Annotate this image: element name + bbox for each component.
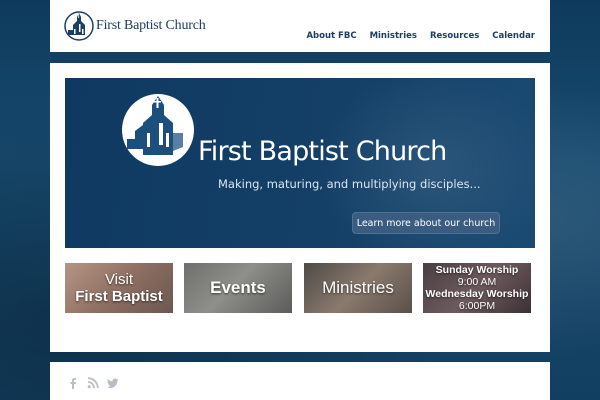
facebook-icon[interactable]: [67, 377, 79, 389]
hero-tagline: Making, maturing, and multiplying discip…: [218, 177, 481, 191]
worship-times-tile[interactable]: Sunday Worship 9:00 AM Wednesday Worship…: [423, 263, 531, 313]
main-content: First Baptist Church Making, maturing, a…: [50, 63, 550, 352]
events-tile[interactable]: Events: [184, 263, 292, 313]
twitter-icon[interactable]: [107, 377, 119, 389]
main-nav: About FBC Ministries Resources Calendar: [306, 31, 535, 41]
church-logo-icon: [64, 11, 94, 41]
events-tile-label: Events: [210, 278, 266, 297]
visit-tile-line1: Visit: [104, 271, 134, 288]
nav-calendar[interactable]: Calendar: [492, 31, 535, 41]
sunday-worship-label: Sunday Worship: [435, 264, 519, 276]
ministries-tile[interactable]: Ministries: [304, 263, 412, 313]
site-footer: [50, 362, 550, 400]
hero-title: First Baptist Church: [198, 136, 447, 167]
rss-icon[interactable]: [87, 377, 99, 389]
ministries-tile-label: Ministries: [322, 278, 394, 297]
logo-text: First Baptist Church: [96, 18, 206, 33]
feature-tiles: Visit First Baptist Events Ministries Su…: [65, 263, 535, 313]
nav-resources[interactable]: Resources: [430, 31, 479, 41]
learn-more-button[interactable]: Learn more about our church: [352, 212, 500, 234]
site-logo[interactable]: First Baptist Church: [64, 11, 206, 41]
hero-banner: First Baptist Church Making, maturing, a…: [65, 78, 535, 248]
church-logo-icon: [122, 94, 194, 166]
social-links: [67, 377, 119, 389]
sunday-worship-time: 9:00 AM: [457, 276, 497, 288]
nav-about[interactable]: About FBC: [306, 31, 356, 41]
wednesday-worship-time: 6:00PM: [458, 300, 496, 312]
wednesday-worship-label: Wednesday Worship: [425, 288, 529, 300]
site-header: First Baptist Church About FBC Ministrie…: [50, 0, 550, 52]
nav-ministries[interactable]: Ministries: [370, 31, 417, 41]
visit-tile-line2: First Baptist: [75, 288, 163, 305]
visit-tile[interactable]: Visit First Baptist: [65, 263, 173, 313]
